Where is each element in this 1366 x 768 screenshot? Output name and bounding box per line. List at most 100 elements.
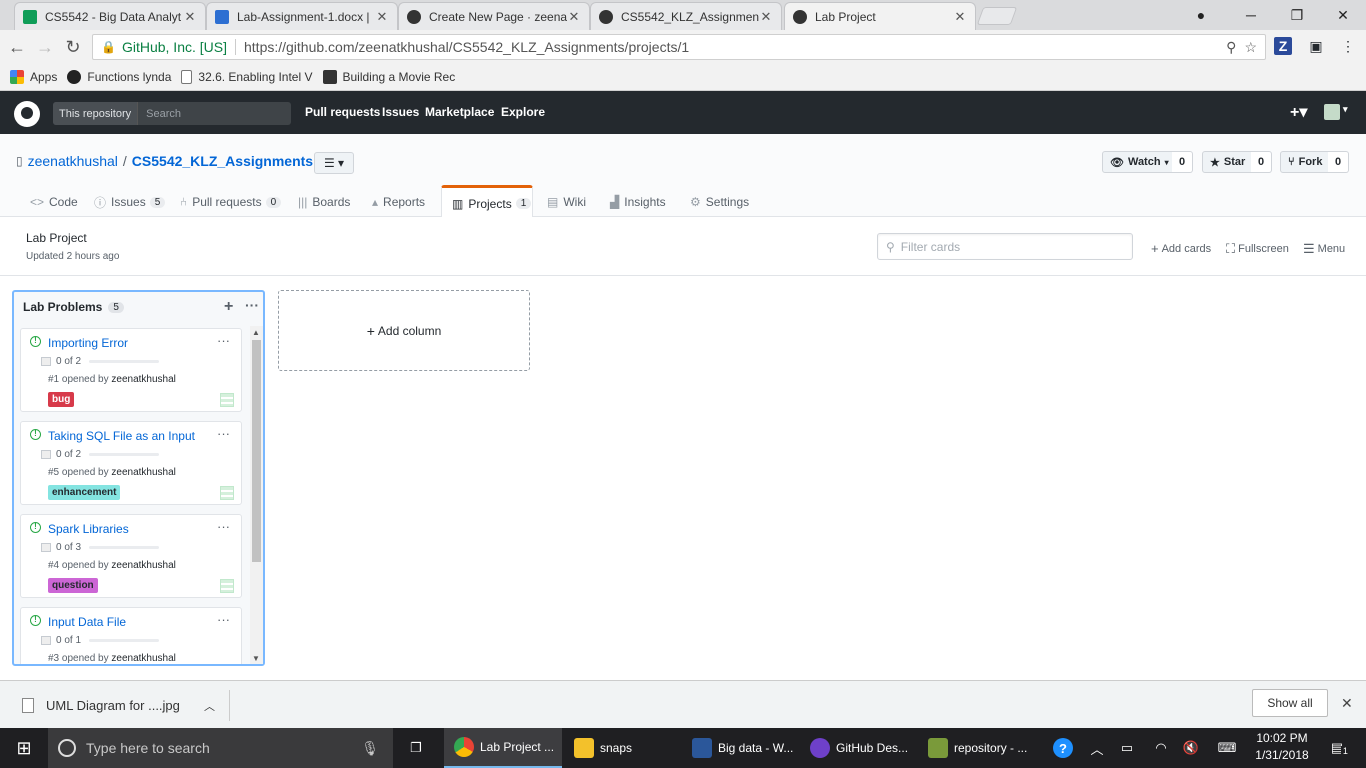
label-badge[interactable]: bug bbox=[48, 392, 75, 407]
browser-tab-active[interactable]: Lab Project ✕ bbox=[784, 2, 976, 30]
card-more-icon[interactable]: ··· bbox=[217, 426, 230, 441]
tab-pull-requests[interactable]: ⑃ Pull requests 0 bbox=[170, 186, 291, 218]
reload-icon[interactable]: ↻ bbox=[62, 36, 84, 58]
star-count[interactable]: 0 bbox=[1251, 151, 1273, 173]
taskbar-app-chrome[interactable]: Lab Project ... bbox=[444, 728, 562, 768]
taskbar-app-paint[interactable]: repository - ... bbox=[918, 728, 1036, 768]
taskbar-app-github-desktop[interactable]: GitHub Des... bbox=[800, 728, 918, 768]
windows-start-icon[interactable]: ⊞ bbox=[8, 728, 40, 768]
issue-card[interactable]: ! Importing Error ··· 0 of 2 #1 opened b… bbox=[20, 328, 242, 412]
zotero-extension-icon[interactable]: Z bbox=[1274, 37, 1292, 55]
address-bar[interactable]: 🔒 GitHub, Inc. [US] https://github.com/z… bbox=[92, 34, 1266, 60]
tab-issues[interactable]: ⓘ Issues 5 bbox=[84, 186, 175, 218]
battery-icon[interactable]: ▭ bbox=[1116, 728, 1138, 768]
create-new-plus-icon[interactable]: +▾ bbox=[1290, 102, 1307, 122]
forward-arrow-icon[interactable]: → bbox=[34, 36, 56, 58]
browser-tab[interactable]: Create New Page · zeena ✕ bbox=[398, 2, 590, 30]
column-title[interactable]: Lab Problems bbox=[23, 300, 102, 314]
browser-tab[interactable]: CS5542 - Big Data Analyt ✕ bbox=[14, 2, 206, 30]
wifi-icon[interactable]: ◠ bbox=[1150, 728, 1172, 768]
label-badge[interactable]: enhancement bbox=[48, 485, 121, 500]
bookmark-enabling-intel[interactable]: 32.6. Enabling Intel V bbox=[181, 70, 313, 84]
repo-owner-link[interactable]: zeenatkhushal bbox=[28, 153, 118, 169]
tab-code[interactable]: <> Code bbox=[20, 186, 88, 218]
help-icon[interactable]: ? bbox=[1050, 728, 1076, 768]
close-tab-icon[interactable]: ✕ bbox=[375, 9, 389, 25]
taskbar-app-explorer[interactable]: snaps bbox=[564, 728, 682, 768]
close-window-icon[interactable]: ✕ bbox=[1320, 0, 1366, 30]
add-cards-button[interactable]: + Add cards bbox=[1151, 241, 1211, 256]
bookmark-star-icon[interactable]: ☆ bbox=[1244, 39, 1257, 56]
card-title-link[interactable]: Importing Error bbox=[48, 336, 128, 350]
avatar[interactable] bbox=[1324, 104, 1340, 120]
close-download-bar-icon[interactable]: ✕ bbox=[1341, 695, 1353, 712]
tab-boards[interactable]: ||| Boards bbox=[288, 186, 360, 218]
close-tab-icon[interactable]: ✕ bbox=[567, 9, 581, 25]
cast-extension-icon[interactable]: ▣ bbox=[1306, 36, 1326, 56]
tab-wiki[interactable]: ▤ Wiki bbox=[537, 186, 596, 218]
add-card-plus-icon[interactable]: + bbox=[224, 298, 233, 316]
microphone-icon[interactable]: 🎙 bbox=[361, 740, 379, 757]
chrome-menu-icon[interactable]: ⋮ bbox=[1338, 36, 1358, 56]
tab-projects[interactable]: ▥ Projects 1 bbox=[441, 185, 533, 219]
filter-cards-input[interactable]: ⚲ Filter cards bbox=[877, 233, 1133, 260]
fullscreen-button[interactable]: ⛶ Fullscreen bbox=[1226, 241, 1289, 257]
issue-card[interactable]: ! Spark Libraries ··· 0 of 3 #4 opened b… bbox=[20, 514, 242, 598]
volume-muted-icon[interactable]: 🔇 bbox=[1180, 728, 1202, 768]
new-tab-button[interactable] bbox=[976, 7, 1018, 25]
avatar-chevron-down-icon[interactable]: ▾ bbox=[1343, 104, 1348, 115]
repo-name-link[interactable]: CS5542_KLZ_Assignments bbox=[132, 153, 313, 169]
watch-count[interactable]: 0 bbox=[1172, 151, 1194, 173]
card-more-icon[interactable]: ··· bbox=[217, 612, 230, 627]
zoom-icon[interactable]: ⚲ bbox=[1226, 39, 1236, 56]
fork-button[interactable]: ⑂ Fork bbox=[1280, 151, 1331, 173]
profile-icon[interactable]: ● bbox=[1178, 0, 1224, 30]
scrollbar-thumb[interactable] bbox=[252, 340, 261, 562]
browser-tab[interactable]: Lab-Assignment-1.docx | ✕ bbox=[206, 2, 398, 30]
column-more-icon[interactable]: ··· bbox=[245, 297, 259, 313]
card-title-link[interactable]: Input Data File bbox=[48, 615, 126, 629]
menu-button[interactable]: ☰ Menu bbox=[1303, 241, 1345, 257]
star-button[interactable]: ★ Star bbox=[1202, 151, 1254, 173]
minimize-icon[interactable]: ─ bbox=[1228, 0, 1274, 30]
column-scrollbar[interactable]: ▲ ▼ bbox=[250, 326, 263, 664]
repo-list-menu-button[interactable]: ☰ ▾ bbox=[314, 152, 354, 174]
nav-explore[interactable]: Explore bbox=[501, 105, 545, 119]
card-more-icon[interactable]: ··· bbox=[217, 519, 230, 534]
task-view-icon[interactable]: ❐ bbox=[400, 728, 432, 768]
issue-card[interactable]: ! Input Data File ··· 0 of 1 #3 opened b… bbox=[20, 607, 242, 664]
fork-count[interactable]: 0 bbox=[1328, 151, 1350, 173]
back-arrow-icon[interactable]: ← bbox=[6, 36, 28, 58]
scroll-up-icon[interactable]: ▲ bbox=[252, 328, 260, 337]
watch-button[interactable]: 👁 Watch ▾ bbox=[1102, 151, 1177, 173]
tab-settings[interactable]: ⚙ Settings bbox=[680, 186, 759, 218]
show-all-downloads-button[interactable]: Show all bbox=[1252, 689, 1328, 717]
tab-insights[interactable]: ▟ Insights bbox=[600, 186, 676, 218]
card-title-link[interactable]: Spark Libraries bbox=[48, 522, 129, 536]
action-center-icon[interactable]: ▤ 1 bbox=[1322, 728, 1352, 768]
author-link[interactable]: zeenatkhushal bbox=[111, 560, 176, 571]
bookmark-functions-lynda[interactable]: Functions lynda bbox=[67, 70, 171, 84]
clock[interactable]: 10:02 PM 1/31/2018 bbox=[1250, 731, 1314, 762]
issue-card[interactable]: ! Taking SQL File as an Input ··· 0 of 2… bbox=[20, 421, 242, 505]
nav-marketplace[interactable]: Marketplace bbox=[425, 105, 494, 119]
nav-pull-requests[interactable]: Pull requests bbox=[305, 105, 380, 119]
author-link[interactable]: zeenatkhushal bbox=[111, 653, 176, 664]
chevron-up-icon[interactable]: ︿ bbox=[204, 698, 215, 714]
author-link[interactable]: zeenatkhushal bbox=[111, 374, 176, 385]
keyboard-icon[interactable]: ⌨ bbox=[1214, 728, 1240, 768]
github-logo-icon[interactable] bbox=[14, 101, 40, 127]
close-tab-icon[interactable]: ✕ bbox=[759, 9, 773, 25]
bookmark-apps[interactable]: Apps bbox=[10, 70, 57, 84]
browser-tab[interactable]: CS5542_KLZ_Assignment ✕ bbox=[590, 2, 782, 30]
author-link[interactable]: zeenatkhushal bbox=[111, 467, 176, 478]
show-hidden-icons-icon[interactable]: ︿ bbox=[1086, 728, 1108, 768]
scroll-down-icon[interactable]: ▼ bbox=[252, 654, 260, 663]
taskbar-app-word[interactable]: Big data - W... bbox=[682, 728, 800, 768]
download-item[interactable]: UML Diagram for ....jpg ︿ bbox=[14, 690, 230, 721]
bookmark-movie-rec[interactable]: Building a Movie Rec bbox=[322, 70, 455, 84]
search-input[interactable]: Search bbox=[138, 108, 181, 120]
label-badge[interactable]: question bbox=[48, 578, 98, 593]
nav-issues[interactable]: Issues bbox=[382, 105, 419, 119]
tab-reports[interactable]: ▴ Reports bbox=[362, 186, 435, 218]
